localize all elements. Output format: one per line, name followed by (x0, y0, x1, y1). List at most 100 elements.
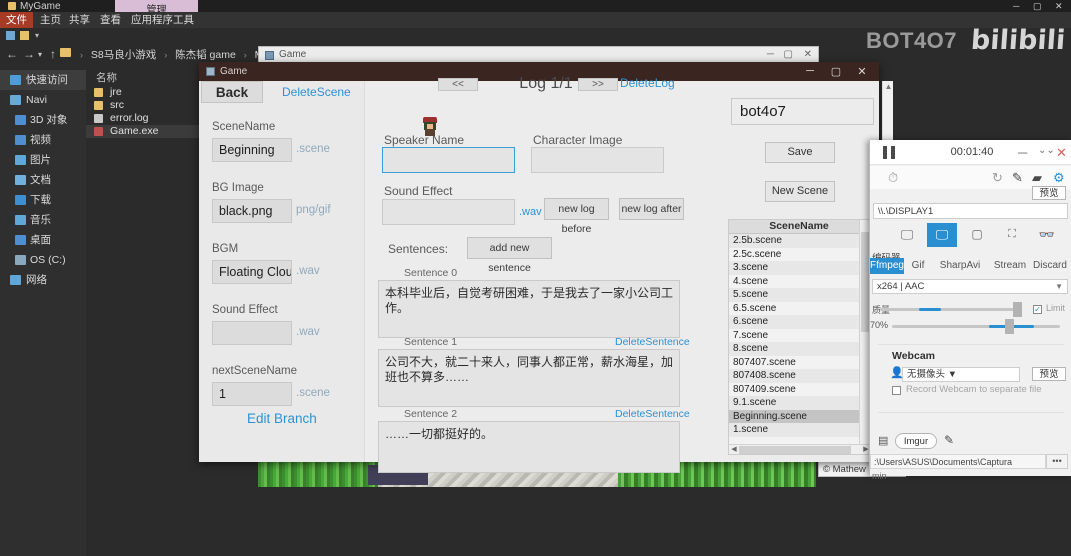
sentence-textarea-0[interactable]: 本科毕业后，自觉考研困难，于是我去了一家小公司工作。 (378, 280, 680, 338)
up-icon[interactable]: ↑ (50, 47, 56, 61)
limit-checkbox[interactable]: ✓ (1033, 305, 1042, 314)
field-input-2[interactable]: Floating Cloud - ! (212, 260, 292, 284)
pencil-icon[interactable]: ✎ (1012, 170, 1023, 186)
sidebar-item-1[interactable]: Navi (0, 90, 86, 110)
scene-table-header[interactable]: SceneName (729, 220, 869, 234)
new-log-before-button[interactable]: new log before (544, 198, 609, 235)
close-icon[interactable]: ✕ (804, 49, 812, 60)
character-image-input[interactable] (531, 147, 664, 173)
next-log-button[interactable]: >> (578, 78, 618, 91)
tab-discard[interactable]: Discard (1028, 258, 1071, 274)
ribbon-tab-file[interactable]: 文件 (0, 12, 33, 28)
minimize-icon[interactable]: ─ (803, 65, 817, 77)
preview-button[interactable]: 预览 (1032, 186, 1066, 200)
scroll-up-icon[interactable]: ▲ (883, 81, 894, 93)
output-path-input[interactable]: :\Users\ASUS\Documents\Captura (870, 454, 1046, 469)
field-input-3[interactable] (212, 321, 292, 345)
scene-row[interactable]: 1.scene (729, 423, 859, 437)
recent-chevron-icon[interactable]: ▾ (38, 50, 42, 59)
maximize-icon[interactable]: ▢ (829, 65, 843, 78)
clipboard-icon[interactable]: ▤ (878, 434, 888, 447)
maximize-icon[interactable]: ▢ (1033, 1, 1042, 12)
display-source-input[interactable]: \\.\DISPLAY1 (873, 203, 1068, 219)
scene-row[interactable]: 6.scene (729, 315, 859, 329)
pencil-icon[interactable]: ✎ (944, 433, 954, 447)
scene-row[interactable]: 2.5b.scene (729, 234, 859, 248)
sidebar-item-7[interactable]: 音乐 (0, 210, 86, 230)
screen-icon[interactable]: 🖵 (892, 223, 922, 247)
sound-effect-input[interactable] (382, 199, 515, 225)
minimize-icon[interactable]: ─ (767, 49, 774, 60)
browse-button[interactable]: ••• (1046, 454, 1068, 469)
save-button[interactable]: Save (765, 142, 835, 163)
scene-row[interactable]: Beginning.scene (729, 409, 859, 423)
codec-select[interactable]: x264 | AAC ▼ (872, 279, 1068, 294)
quality-slider-knob[interactable] (1013, 302, 1022, 317)
field-input-0[interactable]: Beginning (212, 138, 292, 162)
breadcrumb-item-0[interactable]: S8马良小游戏 (91, 49, 156, 61)
chevron-down-icon[interactable]: ▼ (1055, 280, 1063, 294)
scene-row[interactable]: 807407.scene (729, 355, 859, 369)
region-icon[interactable]: ⛶ (997, 223, 1027, 247)
no-video-icon[interactable]: 👓 (1032, 223, 1062, 247)
imgur-button[interactable]: Imgur (895, 433, 937, 449)
scene-row[interactable]: 807409.scene (729, 382, 859, 396)
fps-slider-knob[interactable] (1005, 319, 1014, 334)
ribbon-tab-share[interactable]: 共享 (62, 12, 97, 28)
delete-sentence-link-2[interactable]: DeleteSentence (615, 408, 690, 420)
column-header-name[interactable]: 名称 (86, 70, 117, 86)
record-icon[interactable]: ⏱ (888, 170, 898, 186)
scene-row[interactable]: 5.scene (729, 288, 859, 302)
sentence-textarea-1[interactable]: 公司不大，就二十来人，同事人都正常，薪水海星，加班也不算多…… (378, 349, 680, 407)
delete-sentence-link-1[interactable]: DeleteSentence (615, 336, 690, 348)
game-window-background[interactable]: Game ─ ▢ ✕ (258, 46, 819, 63)
maximize-icon[interactable]: ▢ (784, 49, 793, 60)
chevron-down-icon[interactable]: ▾ (35, 31, 39, 40)
scene-row[interactable]: 4.scene (729, 274, 859, 288)
minimize-icon[interactable]: ─ (1018, 145, 1027, 160)
close-icon[interactable]: ✕ (855, 65, 869, 78)
ribbon-tab-view[interactable]: 查看 (93, 12, 128, 28)
tab-stream[interactable]: Stream (988, 258, 1032, 274)
scroll-left-icon[interactable]: ◀ (729, 445, 739, 455)
scene-list-vscrollbar[interactable] (859, 220, 869, 445)
tab-gif[interactable]: Gif (904, 258, 932, 274)
sidebar-item-2[interactable]: 3D 对象 (0, 110, 86, 130)
sidebar-item-3[interactable]: 视频 (0, 130, 86, 150)
add-sentence-button[interactable]: add new sentence (467, 237, 552, 274)
tab-sharpavi[interactable]: SharpAvi (932, 258, 988, 274)
scene-list-hscrollbar[interactable]: ◀ ▶ (729, 444, 871, 454)
ribbon-tab-app-tools[interactable]: 应用程序工具 (124, 12, 201, 28)
project-name-input[interactable]: bot4o7 (731, 98, 874, 125)
refresh-icon[interactable]: ↻ (992, 170, 1003, 186)
pause-icon[interactable] (883, 146, 895, 159)
forward-icon[interactable]: → (23, 47, 35, 61)
folder-icon[interactable]: ▰ (1032, 170, 1042, 186)
sidebar-item-8[interactable]: 桌面 (0, 230, 86, 250)
sidebar-item-6[interactable]: 下载 (0, 190, 86, 210)
sidebar-item-4[interactable]: 图片 (0, 150, 86, 170)
new-scene-button[interactable]: New Scene (765, 181, 835, 202)
sidebar-item-0[interactable]: 快速访问 (0, 70, 86, 90)
save-icon[interactable] (6, 31, 15, 40)
edit-branch-link[interactable]: Edit Branch (247, 411, 317, 426)
sentence-textarea-2[interactable]: ……一切都挺好的。 (378, 421, 680, 473)
webcam-preview-button[interactable]: 预览 (1032, 367, 1066, 381)
new-log-after-button[interactable]: new log after (619, 198, 684, 220)
folder-icon[interactable] (20, 31, 29, 40)
delete-scene-link[interactable]: DeleteScene (282, 85, 351, 99)
sidebar-item-9[interactable]: OS (C:) (0, 250, 86, 270)
scene-row[interactable]: 2.5c.scene (729, 247, 859, 261)
quality-slider-track[interactable] (880, 308, 1014, 311)
sidebar-item-5[interactable]: 文档 (0, 170, 86, 190)
breadcrumb-item-1[interactable]: 陈杰韬 game (175, 49, 236, 61)
chevron-down-icon[interactable]: ▼ (948, 369, 957, 380)
scene-row[interactable]: 7.scene (729, 328, 859, 342)
webcam-select[interactable]: 无摄像头 ▼ (902, 367, 1020, 382)
field-input-1[interactable]: black.png (212, 199, 292, 223)
delete-log-link[interactable]: DeleteLog (620, 76, 675, 90)
close-icon[interactable]: ✕ (1056, 145, 1067, 161)
scrollbar-thumb[interactable] (739, 446, 851, 454)
tab-ffmpeg[interactable]: Ffmpeg (870, 258, 904, 274)
sidebar-item-10[interactable]: 网络 (0, 270, 86, 290)
